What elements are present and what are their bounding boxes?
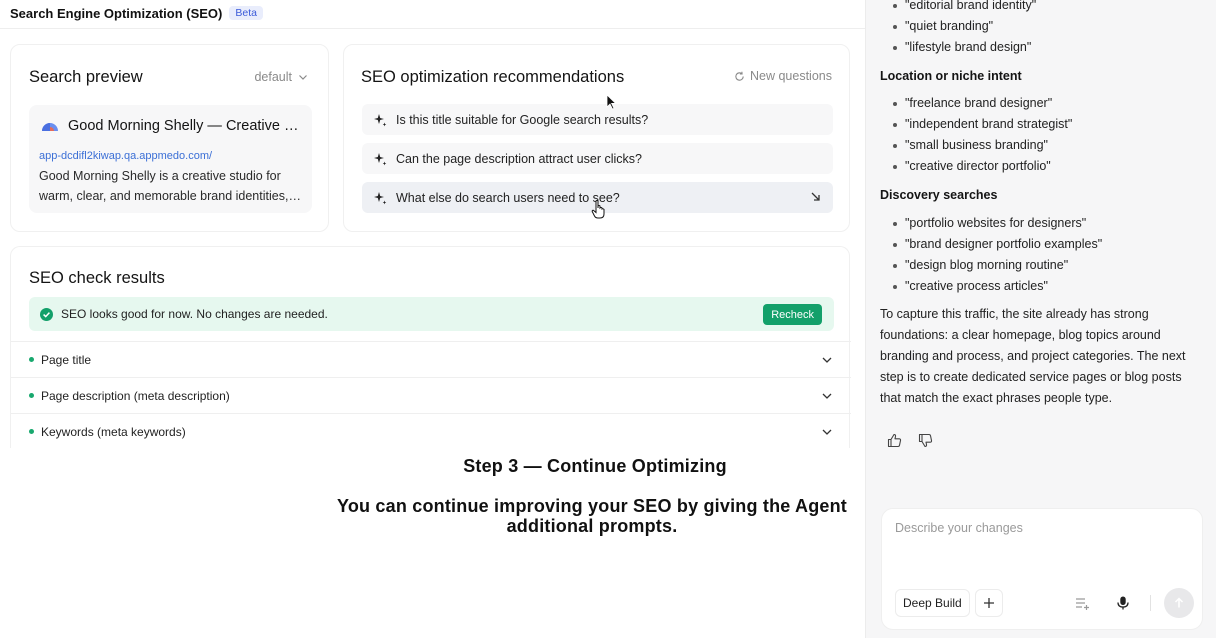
sparkle-icon <box>374 113 387 126</box>
composer-divider <box>1150 595 1151 611</box>
deep-build-button[interactable]: Deep Build <box>895 589 970 617</box>
list-item: "brand designer portfolio examples" <box>891 234 1102 255</box>
new-questions-button[interactable]: New questions <box>734 69 832 83</box>
check-row-label: Page title <box>41 352 92 367</box>
status-dot <box>29 429 34 434</box>
chevron-down-icon <box>299 75 307 80</box>
list-item: "editorial brand identity" <box>891 0 1036 16</box>
list-item: "quiet branding" <box>891 16 1036 37</box>
list-item: "freelance brand designer" <box>891 93 1072 114</box>
list-item: "lifestyle brand design" <box>891 37 1036 58</box>
hand-cursor-icon <box>591 199 605 219</box>
search-result-url: app-dcdifl2kiwap.qa.appmedo.com/ <box>39 150 213 162</box>
chevron-down-icon <box>822 393 832 399</box>
recommendation-text: Is this title suitable for Google search… <box>396 112 649 127</box>
refresh-icon <box>735 71 744 81</box>
recommendation-item[interactable]: Is this title suitable for Google search… <box>362 104 833 135</box>
list-item: "portfolio websites for designers" <box>891 213 1102 234</box>
chevron-down-icon <box>822 357 832 363</box>
seo-main-area: Search Engine Optimization (SEO) Beta Se… <box>0 0 865 638</box>
check-row-label: Keywords (meta keywords) <box>41 424 186 439</box>
new-questions-label: New questions <box>750 69 832 83</box>
seo-check-card: SEO check results SEO looks good for now… <box>10 246 851 449</box>
search-result-title: Good Morning Shelly — Creative Studio <box>68 118 303 134</box>
thumbs-up-icon[interactable] <box>887 433 902 448</box>
preview-mode-select[interactable]: default <box>254 70 308 84</box>
keyword-list-top: "editorial brand identity" "quiet brandi… <box>891 0 1036 58</box>
search-preview-title: Search preview <box>29 68 143 86</box>
send-button[interactable] <box>1164 588 1194 618</box>
search-result-site: Good Morning Shelly — Creative Studio <box>41 118 303 134</box>
step-caption-description: You can continue improving your SEO by g… <box>336 496 848 536</box>
site-logo-icon <box>42 123 58 131</box>
recommendation-item[interactable]: Can the page description attract user cl… <box>362 143 833 174</box>
list-item: "design blog morning routine" <box>891 255 1102 276</box>
sparkle-icon <box>374 191 387 204</box>
add-attachment-button[interactable] <box>975 589 1003 617</box>
list-item: "creative process articles" <box>891 276 1102 297</box>
prompt-list-icon[interactable] <box>1074 595 1090 611</box>
search-preview-card: Search preview default Good Morning Shel… <box>10 44 329 232</box>
chevron-down-icon <box>822 429 832 435</box>
composer-input[interactable]: Describe your changes <box>895 521 1023 535</box>
thumbs-down-icon[interactable] <box>918 433 933 448</box>
recommendations-title: SEO optimization recommendations <box>361 68 625 86</box>
search-result-preview: Good Morning Shelly — Creative Studio ap… <box>29 105 312 213</box>
discovery-heading: Discovery searches <box>880 188 998 202</box>
arrow-down-right-icon <box>811 192 820 201</box>
preview-mode-value: default <box>254 70 292 84</box>
seo-check-title: SEO check results <box>29 269 165 287</box>
recommendation-text: What else do search users need to see? <box>396 190 620 205</box>
status-dot <box>29 393 34 398</box>
mouse-pointer-icon <box>606 94 617 110</box>
assistant-paragraph: To capture this traffic, the site alread… <box>880 307 1186 405</box>
plus-icon <box>984 598 994 608</box>
check-row-meta-keywords[interactable]: Keywords (meta keywords) <box>11 413 851 449</box>
microphone-icon[interactable] <box>1115 595 1131 611</box>
seo-status-text: SEO looks good for now. No changes are n… <box>61 307 328 321</box>
list-item: "creative director portfolio" <box>891 156 1072 177</box>
location-heading: Location or niche intent <box>880 69 1022 83</box>
sparkle-icon <box>374 152 387 165</box>
chat-composer: Describe your changes Deep Build <box>881 508 1203 630</box>
check-row-page-title[interactable]: Page title <box>11 341 851 377</box>
keyword-list-discovery: "portfolio websites for designers" "bran… <box>891 213 1102 297</box>
check-row-meta-description[interactable]: Page description (meta description) <box>11 377 851 413</box>
page-title: Search Engine Optimization (SEO) <box>10 5 223 21</box>
page-header: Search Engine Optimization (SEO) Beta <box>10 4 263 22</box>
seo-status-banner: SEO looks good for now. No changes are n… <box>29 297 834 331</box>
chat-panel: "editorial brand identity" "quiet brandi… <box>865 0 1216 638</box>
status-dot <box>29 357 34 362</box>
keyword-list-location: "freelance brand designer" "independent … <box>891 93 1072 177</box>
beta-badge: Beta <box>229 6 263 20</box>
recommendation-text: Can the page description attract user cl… <box>396 151 642 166</box>
check-row-label: Page description (meta description) <box>41 388 230 403</box>
arrow-up-icon <box>1174 597 1184 608</box>
list-item: "independent brand strategist" <box>891 114 1072 135</box>
list-item: "small business branding" <box>891 135 1072 156</box>
recheck-button[interactable]: Recheck <box>763 304 822 325</box>
step-caption-title: Step 3 — Continue Optimizing <box>463 456 727 476</box>
check-circle-icon <box>40 307 53 321</box>
search-result-description: Good Morning Shelly is a creative studio… <box>39 169 289 203</box>
header-divider <box>0 28 865 29</box>
